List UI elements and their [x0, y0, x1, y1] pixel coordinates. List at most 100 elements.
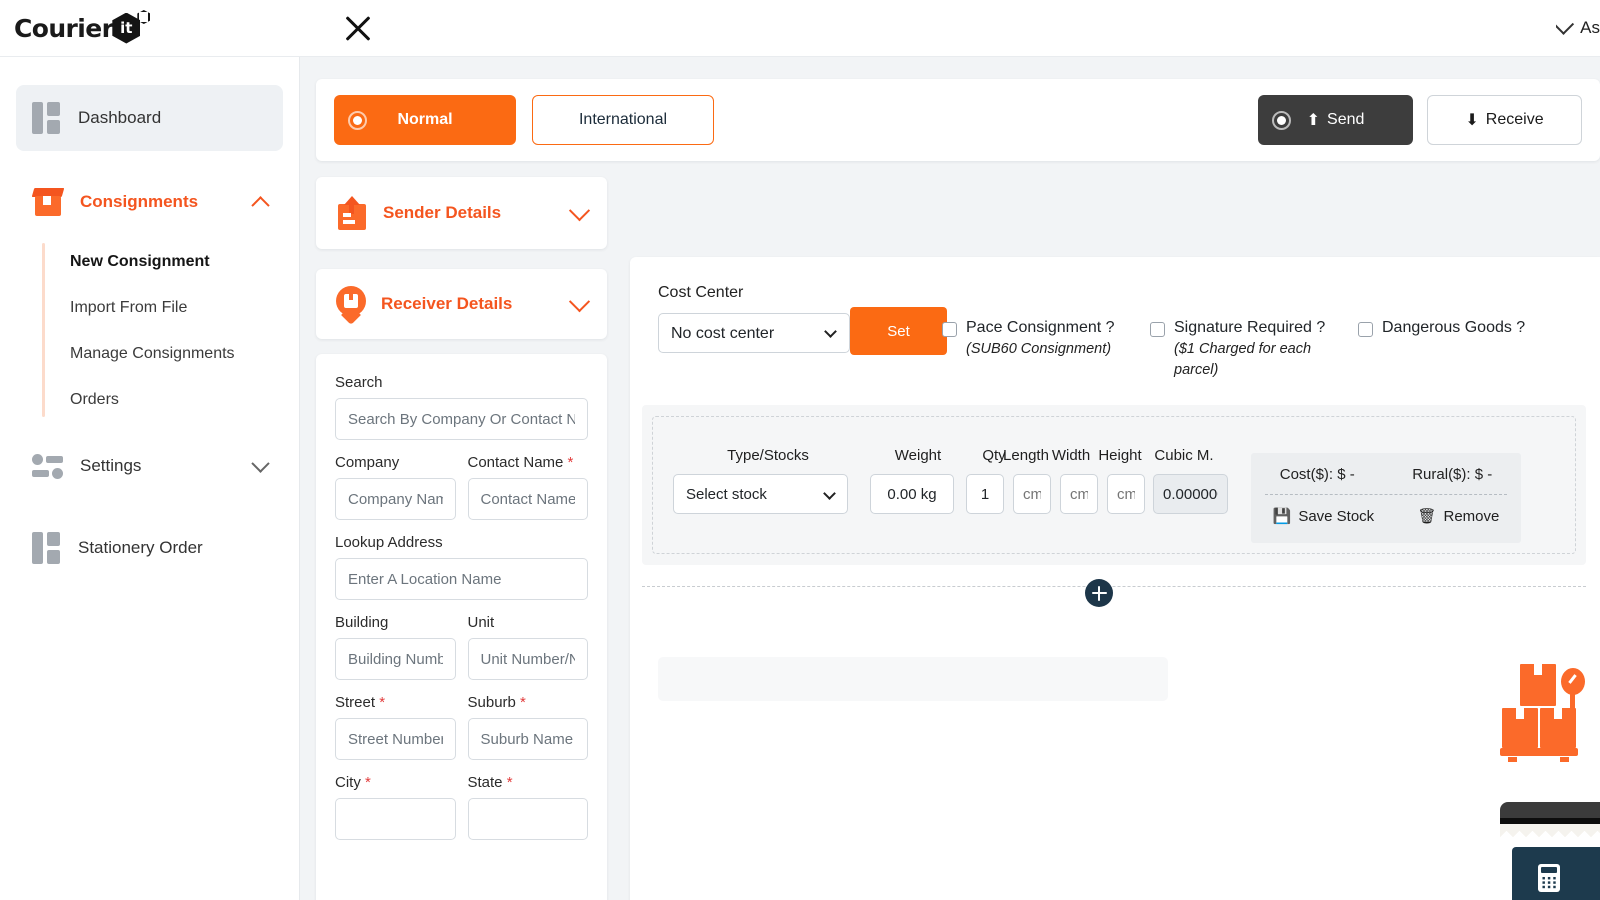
sidebar-item-import-from-file[interactable]: Import From File — [68, 285, 299, 331]
chevron-down-icon[interactable] — [251, 454, 269, 472]
qty-input[interactable] — [966, 474, 1004, 514]
tab-international[interactable]: International — [532, 95, 714, 145]
unit-input[interactable] — [468, 638, 589, 680]
trash-icon: 🗑 — [1417, 507, 1436, 525]
street-label: Street * — [335, 694, 456, 711]
sidebar-item-settings[interactable]: Settings — [16, 433, 283, 499]
option-dangerous-goods[interactable]: Dangerous Goods ? — [1358, 319, 1558, 337]
sidebar-subitem-label: Manage Consignments — [70, 345, 235, 363]
option-label: Pace Consignment ? — [966, 319, 1115, 337]
sender-details-panel[interactable]: Sender Details — [316, 177, 607, 249]
checkbox[interactable] — [1150, 322, 1165, 337]
calculate-label: Calculate — [1560, 867, 1600, 889]
search-input[interactable] — [335, 398, 588, 440]
cost-panel: Cost($): $ - Rural($): $ - 💾 Save Stock … — [1251, 453, 1521, 543]
chevron-up-icon[interactable] — [251, 196, 269, 214]
add-row-button[interactable] — [1085, 579, 1113, 607]
zigzag-edge — [1500, 824, 1600, 838]
receiver-form: Search Company Contact Name * Lookup Add… — [316, 354, 607, 900]
suburb-label: Suburb * — [468, 694, 589, 711]
logo-badge-text: it — [120, 19, 132, 37]
option-signature-required[interactable]: Signature Required ? ($1 Charged for eac… — [1150, 319, 1335, 381]
arrow-up-icon: ⬆ — [1307, 110, 1320, 130]
sidebar-item-manage-consignments[interactable]: Manage Consignments — [68, 331, 299, 377]
cubic-meter-field — [1153, 474, 1228, 514]
checkbox[interactable] — [942, 322, 957, 337]
summary-placeholder-bar — [658, 657, 1168, 701]
sidebar-item-new-consignment[interactable]: New Consignment — [68, 239, 299, 285]
sidebar-item-dashboard[interactable]: Dashboard — [16, 85, 283, 151]
calculator-icon — [1538, 864, 1560, 892]
stock-type-select[interactable]: Select stock — [673, 474, 848, 514]
col-header-height: Height — [1090, 447, 1150, 464]
col-header-type: Type/Stocks — [673, 447, 863, 464]
sidebar-subitem-label: Orders — [70, 391, 119, 409]
remove-label: Remove — [1444, 508, 1500, 525]
street-input[interactable] — [335, 718, 456, 760]
sidebar: Dashboard Consignments New Consignment I… — [0, 57, 300, 900]
lookup-address-label: Lookup Address — [335, 534, 588, 551]
tab-normal-label: Normal — [397, 111, 452, 129]
remove-row-button[interactable]: 🗑 Remove — [1417, 507, 1499, 525]
width-input[interactable] — [1060, 474, 1098, 514]
save-stock-button[interactable]: 💾 Save Stock — [1273, 507, 1375, 525]
col-header-cubic: Cubic M. — [1143, 447, 1225, 464]
toggle-receive-label: Receive — [1486, 111, 1544, 129]
tab-international-label: International — [579, 111, 667, 129]
sidebar-item-label: Dashboard — [78, 108, 161, 128]
toggle-receive[interactable]: ⬇ Receive — [1427, 95, 1582, 145]
weight-input[interactable] — [870, 474, 954, 514]
radio-selected-icon — [348, 111, 367, 130]
lookup-address-input[interactable] — [335, 558, 588, 600]
sidebar-subnav: New Consignment Import From File Manage … — [42, 239, 299, 423]
checkbox[interactable] — [1358, 322, 1373, 337]
consignment-work-area: Cost Center No cost center Set Pace Cons… — [630, 257, 1600, 900]
option-pace-consignment[interactable]: Pace Consignment ? (SUB60 Consignment) — [942, 319, 1142, 360]
logo-text: Courier — [14, 14, 113, 43]
floppy-disk-icon: 💾 — [1273, 507, 1292, 525]
chevron-down-icon[interactable] — [569, 291, 590, 312]
save-stock-label: Save Stock — [1298, 508, 1374, 525]
sidebar-subitem-label: New Consignment — [70, 253, 210, 271]
map-pin-icon — [336, 286, 366, 322]
sender-details-title: Sender Details — [383, 203, 501, 223]
close-icon[interactable] — [341, 11, 375, 45]
calculate-button[interactable]: Calculate — [1512, 847, 1600, 900]
sidebar-item-orders[interactable]: Orders — [68, 377, 299, 423]
sidebar-subitem-label: Import From File — [70, 299, 187, 317]
contact-name-input[interactable] — [468, 478, 589, 520]
cost-center-select[interactable]: No cost center — [658, 313, 850, 353]
receiver-details-panel[interactable]: Receiver Details — [316, 269, 607, 339]
decorative-strip — [1500, 802, 1600, 838]
building-input[interactable] — [335, 638, 456, 680]
option-label: Signature Required ? — [1174, 319, 1325, 337]
unit-label: Unit — [468, 614, 589, 631]
suburb-input[interactable] — [468, 718, 589, 760]
length-input[interactable] — [1013, 474, 1051, 514]
grid-icon — [32, 532, 62, 564]
sidebar-item-consignments[interactable]: Consignments — [16, 169, 283, 235]
company-input[interactable] — [335, 478, 456, 520]
tab-normal[interactable]: Normal — [334, 95, 516, 145]
city-input[interactable] — [335, 798, 456, 840]
contact-name-label: Contact Name * — [468, 454, 589, 471]
app-logo[interactable]: Courier it — [14, 12, 141, 44]
divider — [642, 586, 1586, 587]
set-cost-center-button[interactable]: Set — [850, 307, 947, 355]
state-input[interactable] — [468, 798, 589, 840]
cost-value: Cost($): $ - — [1280, 466, 1355, 483]
sidebar-item-stationery-order[interactable]: Stationery Order — [16, 515, 283, 581]
sender-box-icon — [336, 196, 368, 230]
search-label: Search — [335, 374, 588, 391]
account-menu[interactable]: As — [1556, 18, 1600, 38]
sidebar-item-label: Settings — [80, 456, 141, 476]
logo-badge: it — [111, 12, 141, 44]
main-content: Normal International ⬆ Send ⬇ Receive Se… — [300, 57, 1600, 900]
toggle-send[interactable]: ⬆ Send — [1258, 95, 1413, 145]
chevron-down-icon[interactable] — [569, 200, 590, 221]
state-label: State * — [468, 774, 589, 791]
height-input[interactable] — [1107, 474, 1145, 514]
sliders-icon — [32, 451, 64, 481]
rural-value: Rural($): $ - — [1412, 466, 1492, 483]
city-label: City * — [335, 774, 456, 791]
